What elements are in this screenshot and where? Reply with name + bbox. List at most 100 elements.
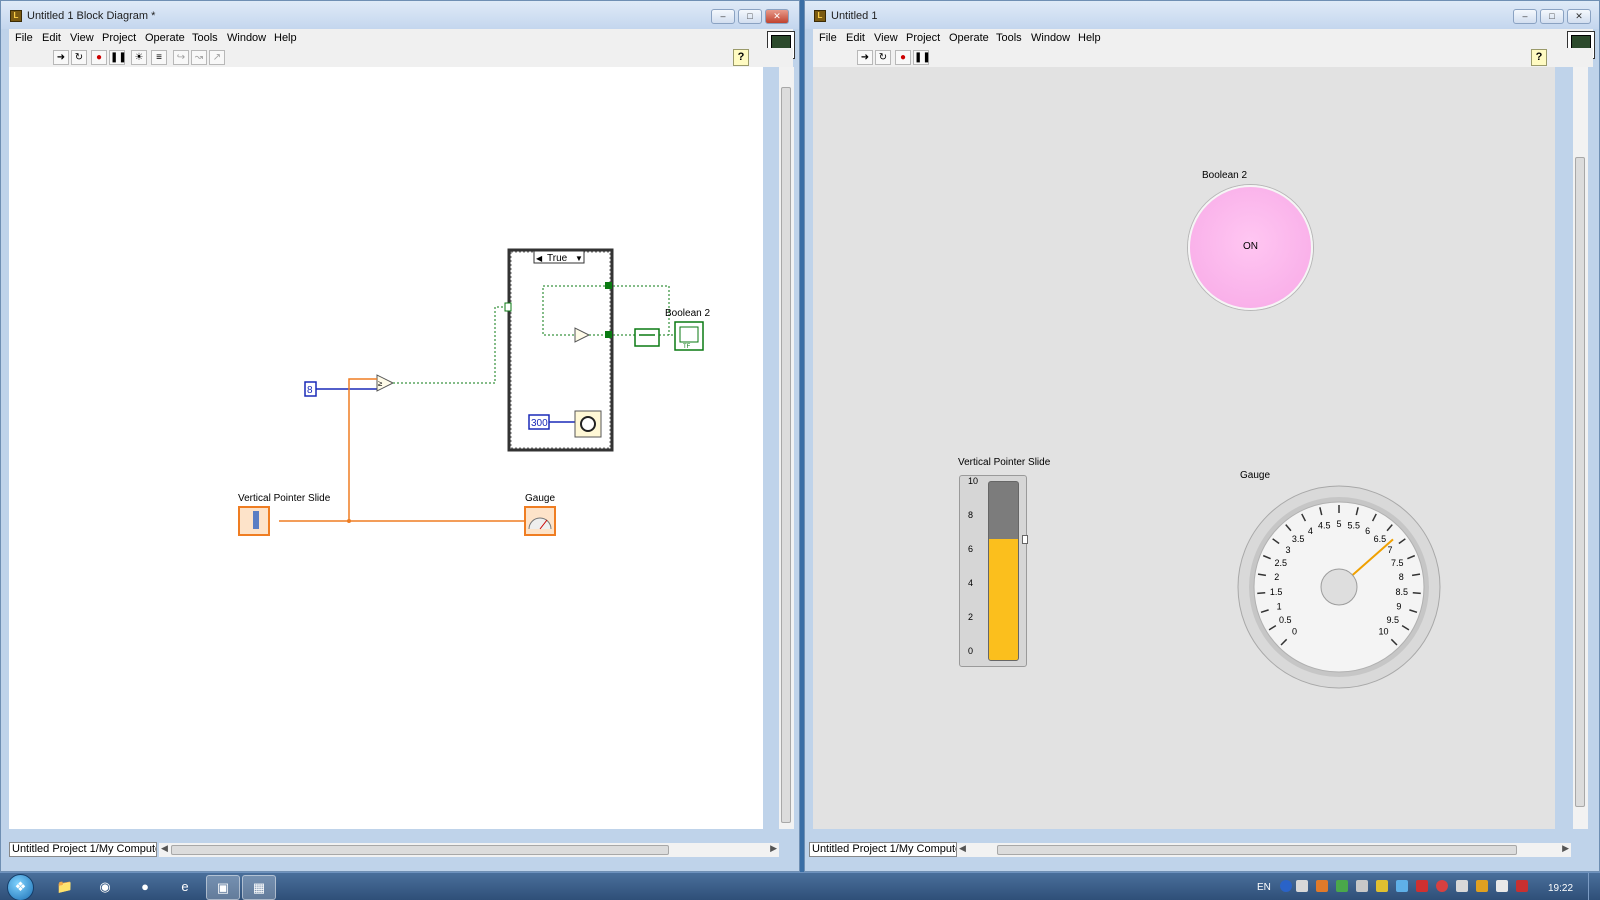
menu-file[interactable]: File: [819, 32, 837, 44]
abort-icon[interactable]: ●: [895, 50, 911, 65]
gauge-tick-label: 8: [1399, 572, 1404, 582]
minimize-button[interactable]: –: [711, 9, 735, 24]
scroll-right-icon[interactable]: ▶: [1562, 843, 1569, 854]
app-tray-icon-2[interactable]: [1336, 880, 1348, 892]
wire-bool-to-case[interactable]: [393, 306, 509, 384]
app-tray-icon-1[interactable]: [1316, 880, 1328, 892]
run-arrow-icon[interactable]: ➜: [53, 50, 69, 65]
menu-help[interactable]: Help: [1078, 32, 1101, 44]
close-button[interactable]: ✕: [1567, 9, 1591, 24]
gauge-tick-mark: [1412, 592, 1421, 595]
vertical-scroll-thumb[interactable]: [1575, 157, 1585, 807]
menu-view[interactable]: View: [70, 32, 94, 44]
menu-tools[interactable]: Tools: [996, 32, 1022, 44]
gauge-tick-label: 3.5: [1292, 534, 1305, 544]
case-next-arrow-icon[interactable]: ▼: [575, 254, 583, 263]
minimize-button[interactable]: –: [1513, 9, 1537, 24]
wire-outer-loop[interactable]: [609, 285, 670, 335]
vertical-scroll-thumb[interactable]: [781, 87, 791, 823]
case-prev-arrow-icon[interactable]: ◀: [536, 254, 543, 263]
windows-start-icon[interactable]: ❖: [7, 874, 34, 900]
gauge-tick-label: 9.5: [1386, 615, 1399, 625]
action-center-tray-icon[interactable]: [1516, 880, 1528, 892]
app-tray-icon-3[interactable]: [1356, 880, 1368, 892]
horizontal-scroll-thumb[interactable]: [997, 845, 1517, 855]
scroll-right-icon[interactable]: ▶: [770, 843, 777, 854]
menu-project[interactable]: Project: [906, 32, 940, 44]
menu-window[interactable]: Window: [227, 32, 266, 44]
front-panel-canvas[interactable]: [813, 67, 1555, 829]
scroll-left-icon[interactable]: ◀: [161, 843, 168, 854]
step-out-icon[interactable]: ↗: [209, 50, 225, 65]
not-node[interactable]: [574, 327, 591, 343]
slide-track[interactable]: [988, 481, 1019, 661]
pause-icon[interactable]: ❚❚: [913, 50, 931, 65]
context-help-icon[interactable]: ?: [1531, 49, 1547, 66]
slide-tick-2: 2: [968, 612, 974, 622]
abort-icon[interactable]: ●: [91, 50, 107, 65]
internet-explorer-icon[interactable]: e: [168, 875, 202, 900]
menu-edit[interactable]: Edit: [42, 32, 61, 44]
gauge-tick-label: 6.5: [1374, 534, 1387, 544]
highlight-execution-icon[interactable]: ☀: [131, 50, 147, 65]
close-button[interactable]: ✕: [765, 9, 789, 24]
firefox-icon[interactable]: ●: [128, 875, 162, 900]
gauge-tick-label: 9: [1396, 601, 1401, 611]
diagram-wires: True ◀ ▼ 8 ≥ TF 300: [238, 248, 704, 536]
app-tray-icon-6[interactable]: [1416, 880, 1428, 892]
app-tray-icon-5[interactable]: [1396, 880, 1408, 892]
run-continuously-icon[interactable]: ↻: [71, 50, 87, 65]
slide-label: Vertical Pointer Slide: [238, 493, 331, 504]
vertical-scrollbar[interactable]: [779, 67, 794, 829]
gauge[interactable]: 0 0.5 1 1.5 2 2.5 3 3.5 4 4.5 5 5.5 6 6.5 7 7.5 8 8.5 9 9.5…: [1236, 484, 1442, 693]
network-tray-icon[interactable]: [1296, 880, 1308, 892]
retain-wire-values-icon[interactable]: ≡: [151, 50, 167, 65]
app-tray-icon-8[interactable]: [1456, 880, 1468, 892]
run-arrow-icon[interactable]: ➜: [857, 50, 873, 65]
vertical-scrollbar[interactable]: [1573, 67, 1588, 829]
show-desktop-button[interactable]: [1588, 873, 1600, 900]
menu-file[interactable]: File: [15, 32, 33, 44]
horizontal-scroll-thumb[interactable]: [171, 845, 669, 855]
step-over-icon[interactable]: ↝: [191, 50, 207, 65]
slide-pointer-handle[interactable]: [1022, 534, 1028, 544]
menu-window[interactable]: Window: [1031, 32, 1070, 44]
menu-operate[interactable]: Operate: [145, 32, 185, 44]
wire-inner-loop[interactable]: [542, 285, 609, 336]
gauge-tick-label: 0.5: [1279, 615, 1292, 625]
horizontal-scrollbar[interactable]: ◀ ▶: [159, 843, 779, 857]
menu-view[interactable]: View: [874, 32, 898, 44]
scroll-left-icon[interactable]: ◀: [959, 843, 966, 854]
gauge-tick-label: 1.5: [1270, 587, 1283, 597]
restore-button[interactable]: □: [1540, 9, 1564, 24]
case-selector-terminal: [504, 302, 512, 312]
boolean2-led[interactable]: ON: [1188, 185, 1313, 310]
app-tray-icon-4[interactable]: [1376, 880, 1388, 892]
bool-convert-node[interactable]: [634, 328, 660, 347]
explorer-icon[interactable]: 📁: [48, 875, 82, 900]
horizontal-scrollbar[interactable]: ◀ ▶: [957, 843, 1571, 857]
window-title: Untitled 1: [831, 10, 878, 22]
vertical-pointer-slide[interactable]: 10 8 6 4 2 0: [959, 475, 1028, 667]
gauge-tick-label: 5.5: [1347, 521, 1360, 531]
app-tray-icon-9[interactable]: [1476, 880, 1488, 892]
clock[interactable]: 19:22: [1548, 883, 1573, 894]
restore-button[interactable]: □: [738, 9, 762, 24]
context-help-icon[interactable]: ?: [733, 49, 749, 66]
menu-edit[interactable]: Edit: [846, 32, 865, 44]
run-continuously-icon[interactable]: ↻: [875, 50, 891, 65]
language-indicator[interactable]: EN: [1257, 882, 1271, 893]
pause-icon[interactable]: ❚❚: [109, 50, 127, 65]
app-tray-icon-7[interactable]: [1436, 880, 1448, 892]
volume-tray-icon[interactable]: [1496, 880, 1508, 892]
chrome-icon[interactable]: ◉: [88, 875, 122, 900]
menu-help[interactable]: Help: [274, 32, 297, 44]
menu-operate[interactable]: Operate: [949, 32, 989, 44]
labview-vi-icon[interactable]: ▦: [242, 875, 276, 900]
menu-tools[interactable]: Tools: [192, 32, 218, 44]
step-into-icon[interactable]: ↪: [173, 50, 189, 65]
labview-project-icon[interactable]: ▣: [206, 875, 240, 900]
menu-project[interactable]: Project: [102, 32, 136, 44]
block-diagram-canvas[interactable]: True ◀ ▼ 8 ≥ TF 300 Boolean 2 Vertical P…: [9, 67, 763, 829]
help-tray-icon[interactable]: [1280, 880, 1292, 892]
